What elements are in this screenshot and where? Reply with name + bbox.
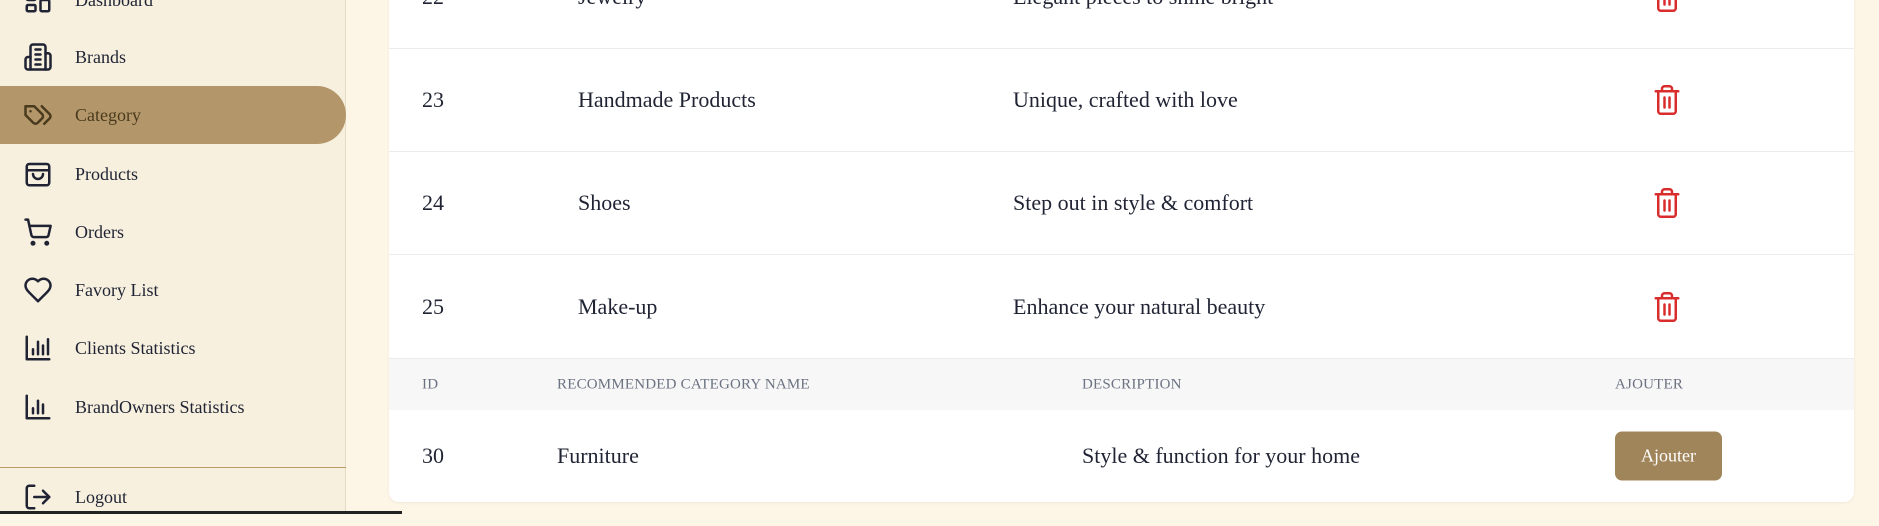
category-name: Jewelry (578, 0, 646, 10)
category-table-panel: 22 Jewelry Elegant pieces to shine brigh… (389, 0, 1854, 502)
sidebar-item-label: Clients Statistics (75, 337, 196, 358)
sidebar-item-label: Dashboard (75, 0, 153, 11)
category-description: Unique, crafted with love (1013, 87, 1238, 112)
logout-icon (22, 481, 54, 513)
bar-chart-icon (22, 391, 54, 423)
category-name: Make-up (578, 294, 658, 319)
category-description: Enhance your natural beauty (1013, 294, 1266, 319)
sidebar-item-label: Orders (75, 221, 124, 242)
sidebar: Dashboard Brands Category Products Order… (0, 0, 346, 514)
sidebar-item-products[interactable]: Products (0, 145, 346, 203)
category-id: 23 (422, 87, 444, 112)
table-row: 23 Handmade Products Unique, crafted wit… (389, 49, 1854, 152)
trash-icon[interactable] (1652, 0, 1682, 14)
logout-button[interactable]: Logout (0, 468, 346, 526)
trash-icon[interactable] (1652, 186, 1682, 220)
trash-icon[interactable] (1652, 83, 1682, 117)
recommended-description: Style & function for your home (1082, 443, 1361, 468)
category-id: 25 (422, 294, 444, 319)
trash-icon[interactable] (1652, 290, 1682, 324)
table-row: 25 Make-up Enhance your natural beauty (389, 256, 1854, 359)
sidebar-item-brandowners-statistics[interactable]: BrandOwners Statistics (0, 378, 346, 436)
category-name: Shoes (578, 190, 631, 215)
recommended-name: Furniture (557, 443, 639, 468)
header-id: ID (422, 376, 439, 392)
tag-icon (22, 99, 54, 131)
header-description: DESCRIPTION (1082, 376, 1182, 392)
recommended-table-header: ID RECOMMENDED CATEGORY NAME DESCRIPTION… (389, 359, 1854, 410)
sidebar-item-brands[interactable]: Brands (0, 28, 346, 86)
cart-icon (22, 216, 54, 248)
sidebar-item-favory-list[interactable]: Favory List (0, 261, 346, 319)
sidebar-item-label: Favory List (75, 279, 159, 300)
sidebar-item-label: Category (75, 104, 141, 125)
sidebar-item-orders[interactable]: Orders (0, 203, 346, 261)
sidebar-item-category[interactable]: Category (0, 86, 346, 144)
category-id: 24 (422, 190, 444, 215)
sidebar-item-label: BrandOwners Statistics (75, 396, 245, 417)
ajouter-button[interactable]: Ajouter (1615, 431, 1722, 481)
bar-chart-icon (22, 332, 54, 364)
table-row: 22 Jewelry Elegant pieces to shine brigh… (389, 0, 1854, 49)
header-recommended-name: RECOMMENDED CATEGORY NAME (557, 376, 810, 392)
logout-label: Logout (75, 486, 127, 507)
building-icon (22, 41, 54, 73)
shopping-bag-icon (22, 158, 54, 190)
category-description: Elegant pieces to shine bright (1013, 0, 1273, 10)
category-name: Handmade Products (578, 87, 756, 112)
sidebar-item-dashboard[interactable]: Dashboard (0, 0, 346, 29)
table-row: 24 Shoes Step out in style & comfort (389, 152, 1854, 255)
header-ajouter: AJOUTER (1615, 376, 1684, 392)
dashboard-icon (22, 0, 54, 16)
category-description: Step out in style & comfort (1013, 190, 1254, 215)
category-id: 22 (422, 0, 444, 10)
recommended-row: 30 Furniture Style & function for your h… (389, 410, 1854, 502)
sidebar-item-label: Products (75, 163, 138, 184)
recommended-id: 30 (422, 443, 444, 468)
sidebar-item-label: Brands (75, 46, 126, 67)
sidebar-item-clients-statistics[interactable]: Clients Statistics (0, 319, 346, 377)
heart-icon (22, 274, 54, 306)
